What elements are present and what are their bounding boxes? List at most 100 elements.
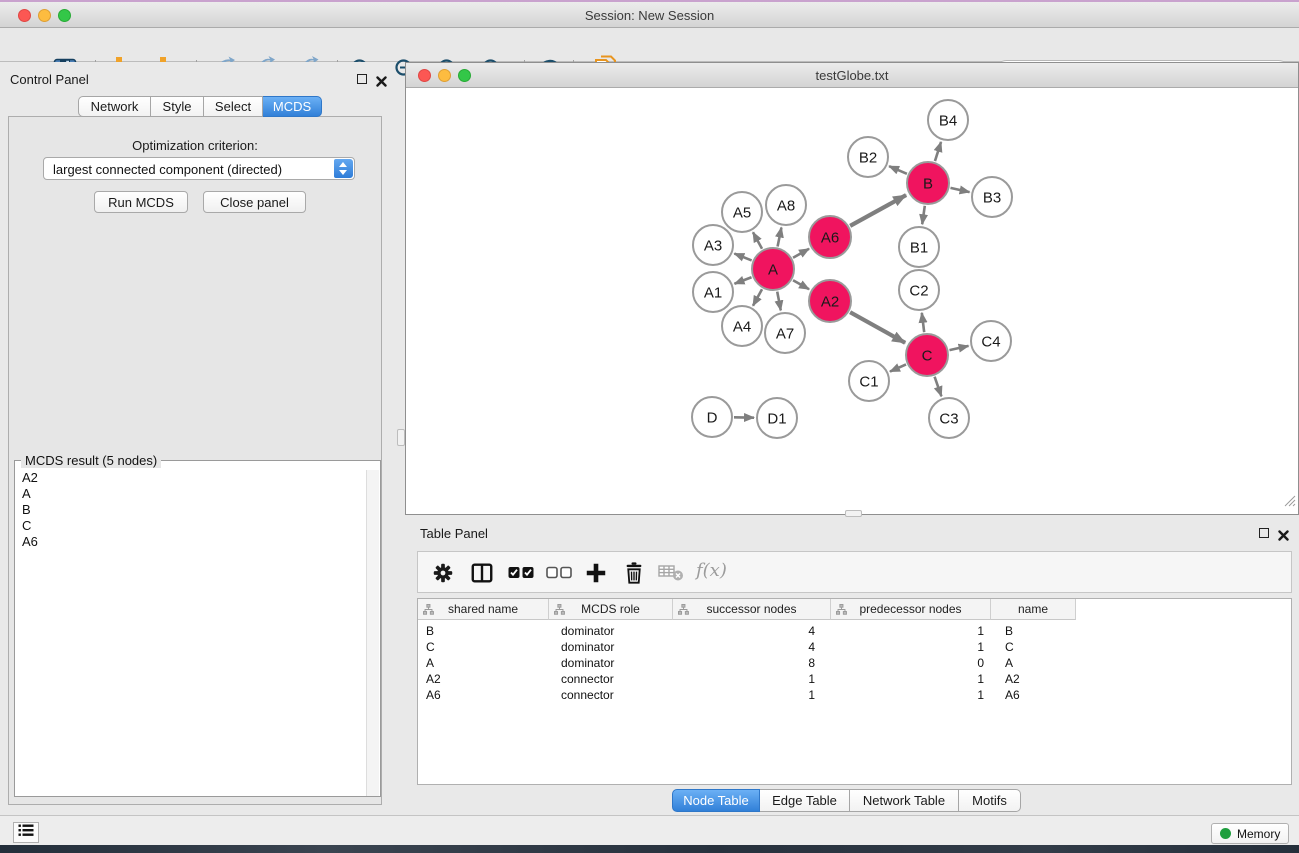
column-header[interactable]: name <box>991 599 1076 620</box>
table-row[interactable]: Cdominator41C <box>418 639 1291 655</box>
column-header[interactable]: successor nodes <box>673 599 831 620</box>
window-resize-grip[interactable] <box>1283 494 1296 512</box>
graph-edge-A-A8[interactable] <box>778 228 782 247</box>
graph-edge-A6-B[interactable] <box>850 195 906 226</box>
add-column-button[interactable] <box>584 561 608 590</box>
graph-edge-C-C1[interactable] <box>890 364 906 371</box>
table-row[interactable]: Adominator80A <box>418 655 1291 671</box>
mcds-result-item[interactable]: A <box>16 486 364 502</box>
graph-edge-A-A2[interactable] <box>793 280 809 289</box>
graph-node-B1[interactable]: B1 <box>899 227 939 267</box>
graph-node-A1[interactable]: A1 <box>693 272 733 312</box>
table-cell: 4 <box>673 623 831 639</box>
graph-edge-A-A7[interactable] <box>777 292 781 311</box>
tab-select[interactable]: Select <box>204 96 263 117</box>
delete-table-button[interactable] <box>658 565 684 586</box>
tab-edge-table[interactable]: Edge Table <box>760 789 850 812</box>
tab-motifs[interactable]: Motifs <box>959 789 1021 812</box>
graph-edge-A-A1[interactable] <box>734 277 751 284</box>
table-row[interactable]: Bdominator41B <box>418 623 1291 639</box>
column-header[interactable]: shared name <box>418 599 549 620</box>
tab-node-table[interactable]: Node Table <box>672 789 760 812</box>
graph-edge-A2-C[interactable] <box>850 312 905 343</box>
window-title: Session: New Session <box>0 8 1299 23</box>
graph-node-C[interactable]: C <box>906 334 948 376</box>
control-panel: Control Panel Network Style Select MCDS … <box>0 62 390 815</box>
float-panel-icon[interactable] <box>357 74 367 84</box>
graph-node-A8[interactable]: A8 <box>766 185 806 225</box>
mcds-result-box: MCDS result (5 nodes) A2ABCA6 <box>14 460 381 797</box>
graph-node-B4[interactable]: B4 <box>928 100 968 140</box>
table-cell: 4 <box>673 639 831 655</box>
graph-node-A6[interactable]: A6 <box>809 216 851 258</box>
close-panel-icon[interactable] <box>1278 528 1289 546</box>
graph-node-C2[interactable]: C2 <box>899 270 939 310</box>
graph-edge-C-C2[interactable] <box>922 313 924 332</box>
deselect-all-checkboxes-button[interactable] <box>546 566 572 584</box>
column-header-label: predecessor nodes <box>859 602 961 616</box>
graph-edge-B-B1[interactable] <box>922 206 925 224</box>
control-panel-title: Control Panel <box>10 72 89 87</box>
tab-style[interactable]: Style <box>151 96 204 117</box>
column-header[interactable]: predecessor nodes <box>831 599 991 620</box>
svg-text:C: C <box>922 347 933 364</box>
graph-node-A4[interactable]: A4 <box>722 306 762 346</box>
main-titlebar: Session: New Session <box>0 2 1299 28</box>
table-settings-button[interactable] <box>431 561 455 590</box>
graph-node-C1[interactable]: C1 <box>849 361 889 401</box>
graph-edge-A-A6[interactable] <box>793 249 809 258</box>
criterion-dropdown[interactable]: largest connected component (directed) <box>43 157 355 180</box>
mcds-result-item[interactable]: A2 <box>16 470 364 486</box>
svg-text:C2: C2 <box>909 282 928 299</box>
network-graph[interactable]: B4 B2 B B3 A5A8A6 A3 A B1 A1 C2 A2 A4A7 C C4 C1 C3 D D1 <box>406 88 1298 514</box>
function-builder-button[interactable]: f(x) <box>696 560 727 581</box>
close-panel-icon[interactable] <box>376 74 387 92</box>
graph-node-A[interactable]: A <box>752 248 794 290</box>
select-all-checkboxes-button[interactable] <box>508 566 534 584</box>
graph-edge-A-A5[interactable] <box>753 232 762 249</box>
memory-button[interactable]: Memory <box>1211 823 1289 844</box>
graph-node-D[interactable]: D <box>692 397 732 437</box>
graph-node-B2[interactable]: B2 <box>848 137 888 177</box>
graph-edge-C-C4[interactable] <box>949 346 968 350</box>
graph-edge-A-A4[interactable] <box>753 289 762 306</box>
split-view-button[interactable] <box>470 561 494 590</box>
mcds-result-item[interactable]: C <box>16 518 364 534</box>
panel-divider-grip-horizontal[interactable] <box>845 510 862 517</box>
delete-columns-button[interactable] <box>622 561 646 590</box>
graph-node-A2[interactable]: A2 <box>809 280 851 322</box>
criterion-value: largest connected component (directed) <box>53 162 282 177</box>
graph-node-A7[interactable]: A7 <box>765 313 805 353</box>
float-panel-icon[interactable] <box>1259 528 1269 538</box>
close-panel-button[interactable]: Close panel <box>203 191 306 213</box>
graph-edge-C-C3[interactable] <box>935 377 942 397</box>
graph-node-A3[interactable]: A3 <box>693 225 733 265</box>
table-cell: 0 <box>831 655 991 671</box>
mcds-result-item[interactable]: B <box>16 502 364 518</box>
tab-mcds[interactable]: MCDS <box>263 96 322 117</box>
svg-text:A: A <box>768 261 778 278</box>
show-panels-button[interactable] <box>13 822 39 843</box>
graph-edge-B-B4[interactable] <box>935 142 941 161</box>
graph-node-C4[interactable]: C4 <box>971 321 1011 361</box>
svg-text:A3: A3 <box>704 237 722 254</box>
table-cell: 1 <box>831 687 991 703</box>
tab-network[interactable]: Network <box>78 96 151 117</box>
graph-edge-A-A3[interactable] <box>734 254 751 261</box>
graph-edge-B-B2[interactable] <box>889 166 907 174</box>
graph-node-A5[interactable]: A5 <box>722 192 762 232</box>
graph-node-B3[interactable]: B3 <box>972 177 1012 217</box>
table-row[interactable]: A6connector11A6 <box>418 687 1291 703</box>
graph-node-D1[interactable]: D1 <box>757 398 797 438</box>
table-row[interactable]: A2connector11A2 <box>418 671 1291 687</box>
graph-edge-B-B3[interactable] <box>950 188 969 192</box>
graph-node-B[interactable]: B <box>907 162 949 204</box>
tab-network-table[interactable]: Network Table <box>850 789 959 812</box>
mcds-result-item[interactable]: A6 <box>16 534 364 550</box>
table-cell: A <box>991 655 1076 671</box>
panel-divider-grip-vertical[interactable] <box>397 429 405 446</box>
run-mcds-button[interactable]: Run MCDS <box>94 191 188 213</box>
graph-node-C3[interactable]: C3 <box>929 398 969 438</box>
column-header[interactable]: MCDS role <box>549 599 673 620</box>
mcds-result-scrollbar[interactable] <box>366 470 379 796</box>
